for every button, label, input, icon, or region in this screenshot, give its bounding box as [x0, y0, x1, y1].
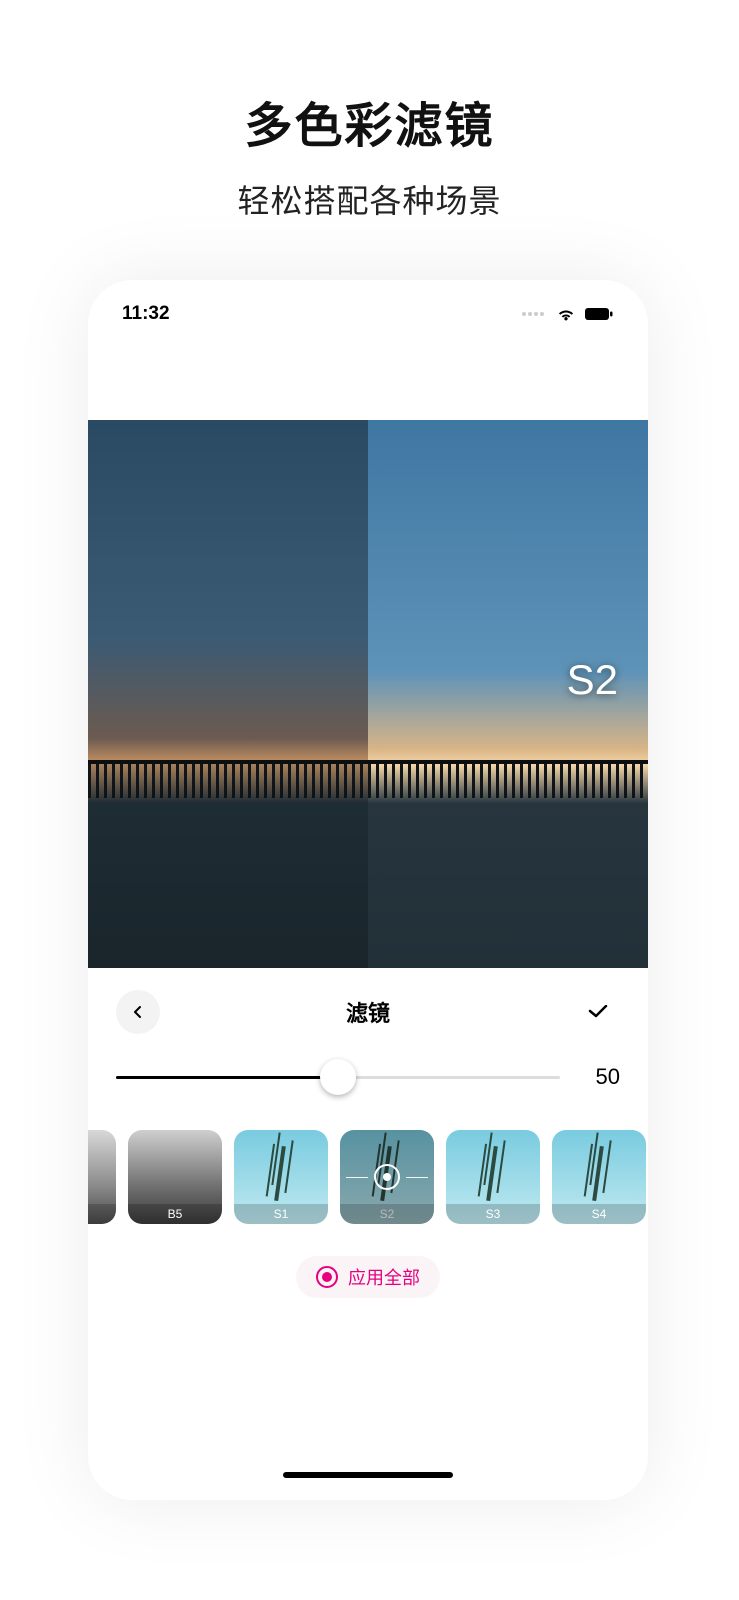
filter-label: S3	[446, 1204, 540, 1224]
filter-b5[interactable]: B5	[128, 1130, 222, 1224]
active-filter-label: S2	[567, 656, 618, 704]
status-bar: 11:32	[88, 280, 648, 336]
apply-all-label: 应用全部	[348, 1264, 420, 1290]
slider-thumb[interactable]	[320, 1059, 356, 1095]
back-button[interactable]	[116, 990, 160, 1034]
filter-selected-indicator	[340, 1130, 434, 1224]
page-subtitle: 轻松搭配各种场景	[0, 176, 739, 222]
signal-dots-icon	[522, 312, 544, 316]
phone-mockup: 11:32 S2 滤镜	[88, 280, 648, 1500]
check-icon	[588, 1005, 608, 1019]
home-indicator[interactable]	[283, 1472, 453, 1478]
filter-label: B4	[88, 1204, 116, 1224]
preview-before	[88, 420, 368, 968]
radio-selected-icon	[316, 1266, 338, 1288]
filter-s1[interactable]: S1	[234, 1130, 328, 1224]
slider-value: 50	[580, 1064, 620, 1090]
chevron-left-icon	[131, 1005, 145, 1019]
slider-fill	[116, 1076, 338, 1079]
image-preview[interactable]: S2	[88, 420, 648, 968]
page-title: 多色彩滤镜	[0, 0, 739, 156]
preview-pier-deco	[88, 760, 648, 798]
filter-b4[interactable]: B4	[88, 1130, 116, 1224]
apply-all-button[interactable]: 应用全部	[296, 1256, 440, 1298]
wifi-icon	[556, 307, 576, 321]
intensity-slider[interactable]	[116, 1065, 560, 1089]
filter-strip[interactable]: B4B5S1S2S3S4G	[88, 1120, 648, 1234]
editor-header: 滤镜	[88, 968, 648, 1056]
filter-label: S4	[552, 1204, 646, 1224]
battery-icon	[584, 307, 614, 321]
filter-s2[interactable]: S2	[340, 1130, 434, 1224]
filter-s4[interactable]: S4	[552, 1130, 646, 1224]
status-time: 11:32	[122, 303, 170, 325]
status-icons	[522, 307, 614, 321]
filter-s3[interactable]: S3	[446, 1130, 540, 1224]
intensity-slider-row: 50	[88, 1056, 648, 1110]
editor-title: 滤镜	[346, 996, 390, 1028]
filter-label: B5	[128, 1204, 222, 1224]
confirm-button[interactable]	[576, 990, 620, 1034]
filter-label: S1	[234, 1204, 328, 1224]
